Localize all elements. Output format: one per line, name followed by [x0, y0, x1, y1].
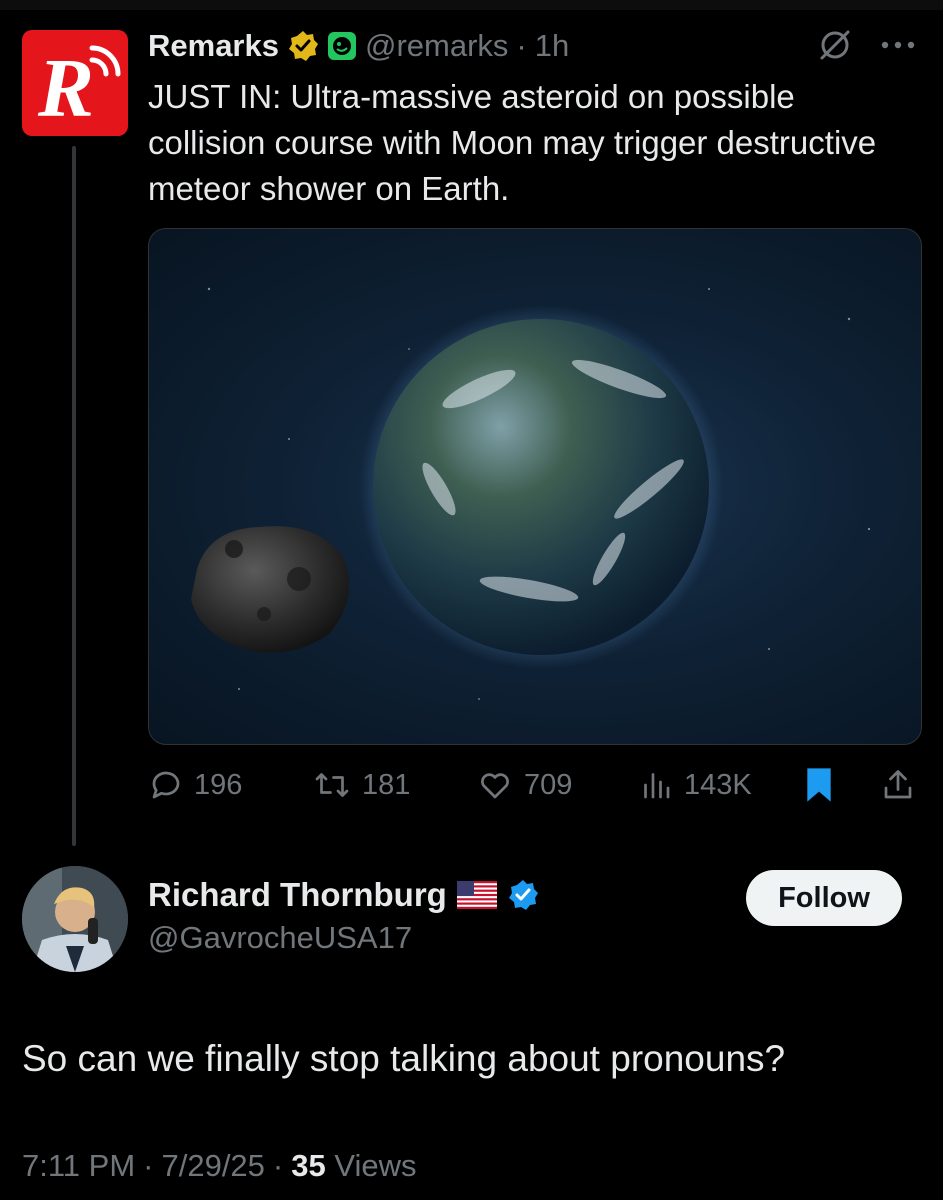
reply-icon: [152, 771, 180, 799]
separator-dot: ·: [272, 1148, 284, 1183]
parent-author-name[interactable]: Remarks: [148, 28, 279, 64]
views-button[interactable]: 143K: [638, 760, 752, 810]
heart-icon: [481, 773, 509, 799]
parent-header-actions: [818, 28, 916, 62]
tweet-text: So can we finally stop talking about pro…: [22, 1038, 786, 1079]
tweet-meta: 7:11 PM · 7/29/25 · 35 Views: [22, 1148, 417, 1184]
gold-verified-icon: [288, 31, 318, 61]
share-button[interactable]: [880, 760, 916, 810]
top-border: [0, 0, 943, 10]
tweet-views-label: Views: [334, 1148, 417, 1183]
thread-connector-line: [72, 146, 76, 846]
views-count: 143K: [684, 768, 752, 801]
separator-dot: ·: [143, 1148, 154, 1183]
tweet-time[interactable]: 7:11 PM: [22, 1148, 135, 1184]
user-handle[interactable]: @GavrocheUSA17: [148, 920, 412, 956]
like-count: 709: [524, 768, 573, 801]
tweet-views-count: 35: [291, 1148, 326, 1183]
parent-tweet-text: JUST IN: Ultra-massive asteroid on possi…: [148, 78, 877, 207]
repost-count: 181: [362, 768, 411, 801]
follow-button[interactable]: Follow: [746, 870, 902, 926]
repost-button[interactable]: 181: [312, 760, 410, 810]
us-flag-icon: [456, 881, 497, 909]
like-button[interactable]: 709: [476, 760, 572, 810]
share-icon: [884, 770, 912, 799]
user-display-name[interactable]: Richard Thornburg: [148, 876, 447, 914]
repost-icon: [315, 773, 349, 797]
grok-icon[interactable]: [818, 28, 852, 62]
separator-dot: ·: [516, 28, 527, 63]
tweet-media-image[interactable]: [148, 228, 922, 745]
views-chart-icon: [644, 773, 670, 799]
blue-verified-icon: [508, 880, 538, 910]
tweet-date[interactable]: 7/29/25: [161, 1148, 264, 1184]
affiliate-badge-icon: [327, 32, 356, 60]
asteroid: [191, 526, 349, 653]
avatar-letter: R: [37, 42, 94, 135]
parent-timestamp[interactable]: 1h: [535, 28, 569, 64]
parent-author-handle[interactable]: @remarks: [365, 28, 508, 64]
bookmark-button[interactable]: [802, 760, 836, 810]
tweet-action-bar: 196 181 709 143K: [148, 760, 920, 810]
more-options-icon[interactable]: [880, 40, 916, 50]
remarks-avatar[interactable]: R: [22, 30, 128, 136]
reply-count: 196: [194, 768, 243, 801]
user-name-row: Richard Thornburg: [148, 876, 539, 914]
bookmark-icon: [807, 768, 831, 802]
user-avatar[interactable]: [22, 866, 128, 972]
parent-tweet-header: Remarks @remarks · 1h: [148, 26, 569, 66]
reply-button[interactable]: 196: [148, 760, 242, 810]
